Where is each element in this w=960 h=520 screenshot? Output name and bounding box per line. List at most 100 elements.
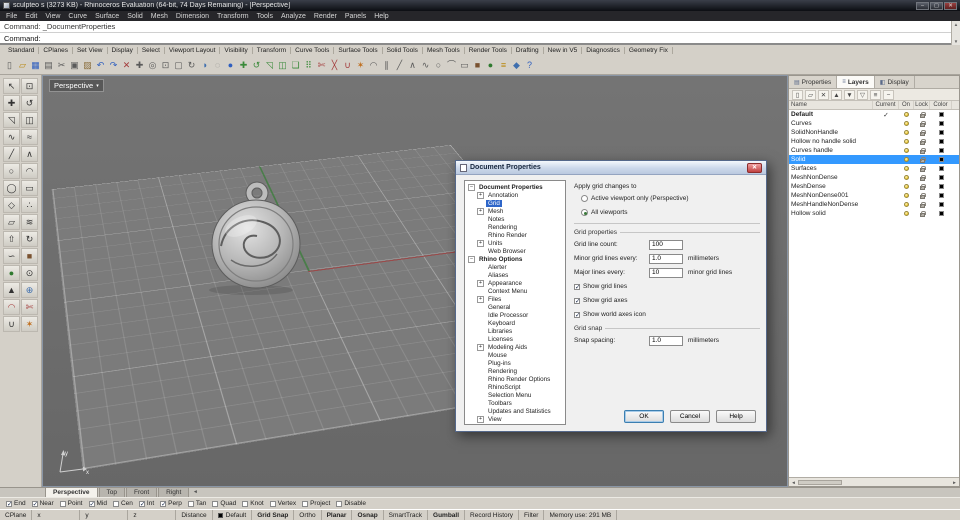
toolbar-tab-visibility[interactable]: Visibility	[220, 46, 253, 54]
rectangle-icon[interactable]: ▭	[21, 180, 38, 196]
tree-item-general[interactable]: General	[465, 303, 565, 311]
tree-item-rhino-render[interactable]: Rhino Render	[465, 231, 565, 239]
tree-item-updates-and-statistics[interactable]: Updates and Statistics	[465, 407, 565, 415]
delete-icon[interactable]: ✕	[120, 58, 133, 72]
delete-layer-icon[interactable]: ✕	[818, 89, 829, 100]
checkbox-show-world-axes-icon[interactable]: Show world axes icon	[574, 309, 760, 320]
menu-transform[interactable]: Transform	[213, 13, 253, 20]
rotate-icon[interactable]: ↺	[21, 95, 38, 111]
toolbar-tab-viewport-layout[interactable]: Viewport Layout	[165, 46, 221, 54]
layer-color-cell[interactable]	[930, 173, 952, 182]
viewport-title[interactable]: Perspective ▾	[49, 79, 104, 92]
offset-icon[interactable]: ∥	[380, 58, 393, 72]
mirror-icon[interactable]: ◫	[21, 112, 38, 128]
menu-panels[interactable]: Panels	[341, 13, 370, 20]
osnap-knot[interactable]: Knot	[242, 500, 264, 507]
split-icon[interactable]: ╳	[328, 58, 341, 72]
checkbox-icon[interactable]	[59, 500, 66, 507]
toolbar-tab-surface-tools[interactable]: Surface Tools	[334, 46, 383, 54]
tree-item-view[interactable]: + View	[465, 415, 565, 423]
checkbox-icon[interactable]	[160, 500, 167, 508]
layer-on-cell[interactable]	[899, 119, 914, 128]
layer-row-hollow-solid[interactable]: Hollow solid	[789, 209, 959, 218]
radio-icon[interactable]	[581, 195, 588, 202]
toolbar-tab-display[interactable]: Display	[108, 46, 138, 54]
scroll-down-icon[interactable]: ▼	[954, 39, 958, 44]
viewport-tab-scroll-icon[interactable]: ◄	[190, 487, 200, 497]
checkbox-icon[interactable]	[112, 500, 119, 507]
lock-icon[interactable]	[919, 112, 926, 118]
layer-lock-cell[interactable]	[914, 119, 930, 128]
tree-expander-icon[interactable]: +	[477, 191, 484, 199]
viewport-tab-front[interactable]: Front	[125, 487, 158, 497]
layer-row-meshdense[interactable]: MeshDense	[789, 182, 959, 191]
lock-icon[interactable]	[919, 130, 926, 136]
sphere-icon[interactable]: ●	[3, 265, 20, 281]
surface-icon[interactable]: ▱	[3, 214, 20, 230]
bulb-icon[interactable]	[904, 184, 909, 189]
tree-expander-icon[interactable]: −	[468, 183, 475, 191]
layer-lock-cell[interactable]	[914, 128, 930, 137]
osnap-perp[interactable]: Perp	[160, 500, 182, 508]
tree-item-toolbars[interactable]: Toolbars	[465, 399, 565, 407]
tree-item-alerter[interactable]: Alerter	[465, 263, 565, 271]
new-sublayer-icon[interactable]: ▱	[805, 89, 816, 100]
layer-lock-cell[interactable]	[914, 200, 930, 209]
tree-item-rhinoscript[interactable]: RhinoScript	[465, 383, 565, 391]
toolbar-tab-mesh-tools[interactable]: Mesh Tools	[423, 46, 465, 54]
checkbox-icon[interactable]	[302, 500, 309, 507]
lock-icon[interactable]	[919, 148, 926, 154]
tree-group-document-properties[interactable]: − Document Properties	[465, 183, 565, 191]
menu-edit[interactable]: Edit	[21, 13, 41, 20]
zoom-window-icon[interactable]: ⊡	[159, 58, 172, 72]
osnap-end[interactable]: End	[6, 500, 26, 508]
layer-row-hollow-no-handle-solid[interactable]: Hollow no handle solid	[789, 137, 959, 146]
print-icon[interactable]: ▤	[42, 58, 55, 72]
undo-icon[interactable]: ↶	[94, 58, 107, 72]
ellipse-icon[interactable]: ◯	[3, 180, 20, 196]
filter-layers-icon[interactable]: ▽	[857, 89, 868, 100]
tab-layers[interactable]: ≡ Layers	[837, 76, 875, 88]
menu-solid[interactable]: Solid	[123, 13, 147, 20]
field-input-major-lines-every[interactable]	[649, 267, 683, 278]
move-icon[interactable]: ✚	[3, 95, 20, 111]
properties-icon[interactable]: ◆	[510, 58, 523, 72]
circle-icon[interactable]: ○	[3, 163, 20, 179]
osnap-project[interactable]: Project	[302, 500, 330, 507]
tree-expander-icon[interactable]: +	[477, 207, 484, 215]
scroll-right-icon[interactable]: ►	[950, 480, 959, 485]
mirror-icon[interactable]: ◫	[276, 58, 289, 72]
tree-item-context-menu[interactable]: Context Menu	[465, 287, 565, 295]
box-icon[interactable]: ■	[21, 248, 38, 264]
layer-lock-cell[interactable]	[914, 155, 930, 164]
scroll-left-icon[interactable]: ◄	[789, 480, 798, 485]
viewport-tab-top[interactable]: Top	[98, 487, 125, 497]
sphere-icon[interactable]: ●	[484, 58, 497, 72]
radio-all-viewports[interactable]: All viewports	[581, 207, 760, 218]
layer-on-cell[interactable]	[899, 155, 914, 164]
checkbox-icon[interactable]	[88, 500, 95, 508]
field-input-snap-spacing[interactable]	[649, 335, 683, 346]
lock-icon[interactable]	[919, 157, 926, 163]
osnap-quad[interactable]: Quad	[212, 500, 236, 507]
close-button[interactable]: ✕	[944, 1, 957, 10]
layer-on-cell[interactable]	[899, 164, 914, 173]
interpolate-curve-icon[interactable]: ≈	[21, 129, 38, 145]
lock-icon[interactable]	[919, 202, 926, 208]
lock-icon[interactable]	[919, 211, 926, 217]
layer-lock-cell[interactable]	[914, 146, 930, 155]
menu-dimension[interactable]: Dimension	[172, 13, 213, 20]
lock-icon[interactable]	[919, 166, 926, 172]
redo-icon[interactable]: ↷	[107, 58, 120, 72]
toolbar-tab-standard[interactable]: Standard	[4, 46, 40, 54]
lock-icon[interactable]	[919, 175, 926, 181]
layer-color-cell[interactable]	[930, 200, 952, 209]
menu-render[interactable]: Render	[310, 13, 341, 20]
menu-mesh[interactable]: Mesh	[147, 13, 172, 20]
tree-item-rendering[interactable]: Rendering	[465, 223, 565, 231]
viewport-tab-right[interactable]: Right	[158, 487, 190, 497]
tree-item-idle-processor[interactable]: Idle Processor	[465, 311, 565, 319]
layer-row-curves-handle[interactable]: Curves handle	[789, 146, 959, 155]
tree-expander-icon[interactable]: +	[477, 415, 484, 423]
bulb-icon[interactable]	[904, 175, 909, 180]
